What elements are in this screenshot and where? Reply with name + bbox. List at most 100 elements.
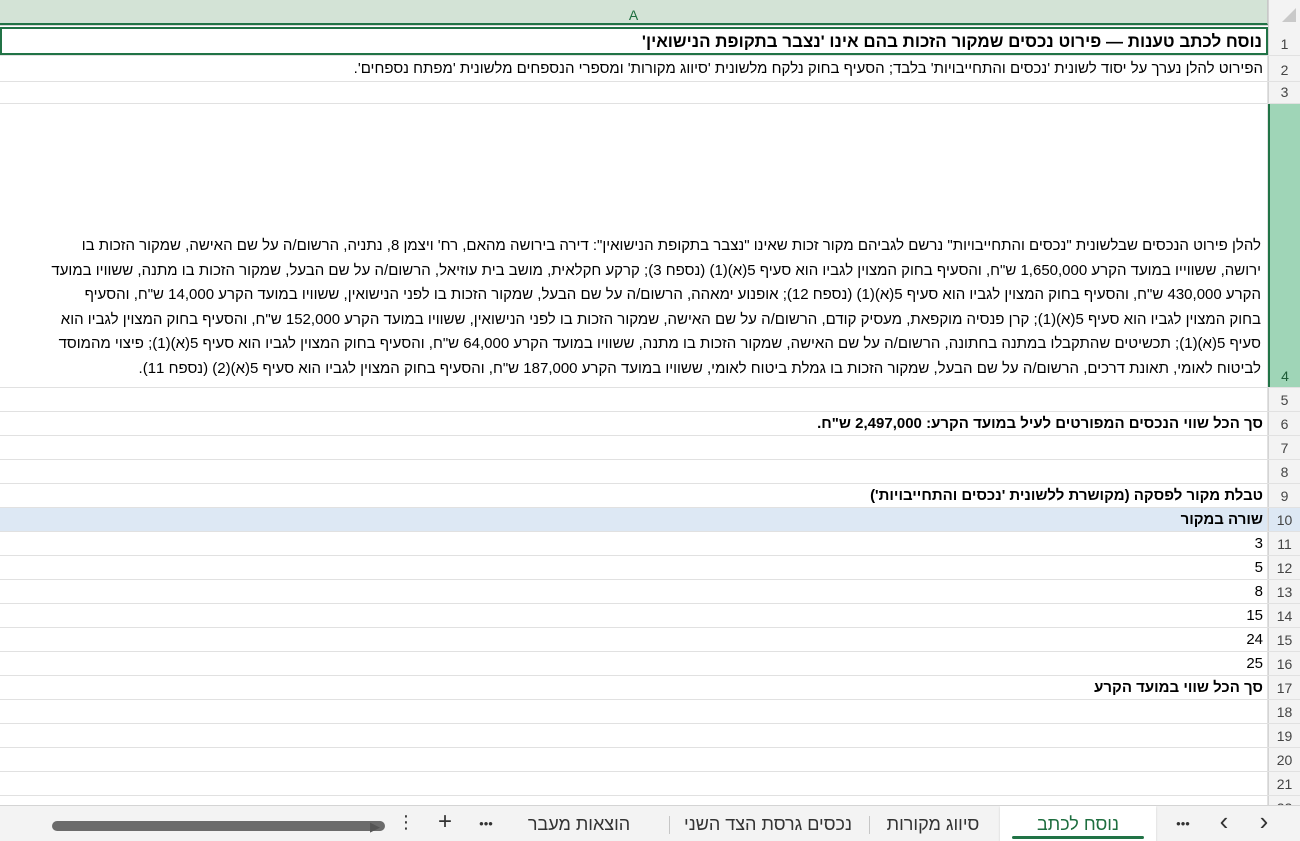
row-number: 10	[1276, 512, 1293, 528]
row-header-8[interactable]: 8	[1268, 460, 1300, 483]
row-header-15[interactable]: 15	[1268, 628, 1300, 651]
row-header-2[interactable]: 2	[1268, 56, 1300, 81]
cell-a20[interactable]	[0, 748, 1268, 771]
row-header-11[interactable]: 11	[1268, 532, 1300, 555]
cell-a22[interactable]	[0, 796, 1268, 805]
column-header-bar: A	[0, 0, 1300, 26]
row-number: 14	[1276, 608, 1293, 624]
row-number: 16	[1276, 656, 1293, 672]
sheet-tab-bar: ▶ ⋮ + ••• הוצאות מעבר למזונ נכסים גרסת ה…	[0, 805, 1300, 841]
row-1: נוסח לכתב טענות — פירוט נכסים שמקור הזכו…	[0, 26, 1300, 56]
row-header-14[interactable]: 14	[1268, 604, 1300, 627]
row-2: הפירוט להלן נערך על יסוד לשונית 'נכסים ו…	[0, 56, 1300, 82]
row-15: 24 15	[0, 628, 1300, 652]
row-header-10[interactable]: 10	[1268, 508, 1300, 531]
scroll-right-arrow-icon[interactable]: ▶	[370, 819, 380, 835]
cell-a11[interactable]: 3	[0, 532, 1268, 555]
cell-a13[interactable]: 8	[0, 580, 1268, 603]
next-sheet-icon[interactable]: ›	[1252, 806, 1276, 837]
tab-expenses[interactable]: הוצאות מעבר למזונ	[494, 806, 664, 841]
row-19: 19	[0, 724, 1300, 748]
row-number: 9	[1280, 488, 1289, 504]
cell-a3[interactable]	[0, 82, 1268, 103]
select-all-corner[interactable]	[1268, 0, 1300, 26]
row-header-3[interactable]: 3	[1268, 82, 1300, 103]
tab-source-classification[interactable]: סיווג מקורות	[873, 806, 993, 841]
row-header-5[interactable]: 5	[1268, 388, 1300, 411]
row-17: סך הכל שווי במועד הקרע 17	[0, 676, 1300, 700]
row-header-21[interactable]: 21	[1268, 772, 1300, 795]
tab-separator	[669, 816, 670, 834]
tab-pleading-draft[interactable]: נוסח לכתב טענות	[1000, 806, 1156, 841]
tab-other-party-assets[interactable]: נכסים גרסת הצד השני	[672, 806, 864, 841]
cell-a1-title[interactable]: נוסח לכתב טענות — פירוט נכסים שמקור הזכו…	[0, 27, 1268, 55]
row-number: 13	[1276, 584, 1293, 600]
cell-a19[interactable]	[0, 724, 1268, 747]
row-number: 15	[1276, 632, 1293, 648]
horizontal-scrollbar[interactable]: ▶	[20, 815, 385, 835]
row-header-16[interactable]: 16	[1268, 652, 1300, 675]
row-header-1[interactable]: 1	[1268, 26, 1300, 55]
row-header-22[interactable]: 22	[1268, 796, 1300, 805]
cell-a7[interactable]	[0, 436, 1268, 459]
cell-a15[interactable]: 24	[0, 628, 1268, 651]
row-number: 4	[1281, 368, 1289, 384]
row-number: 11	[1277, 536, 1292, 552]
row-18: 18	[0, 700, 1300, 724]
cell-a21[interactable]	[0, 772, 1268, 795]
add-sheet-button[interactable]: +	[433, 808, 457, 836]
row-5: 5	[0, 388, 1300, 412]
tab-separator	[869, 816, 870, 834]
row-9: טבלת מקור לפסקה (מקושרת ללשונית 'נכסים ו…	[0, 484, 1300, 508]
row-10: שורה במקור 10	[0, 508, 1300, 532]
row-8: 8	[0, 460, 1300, 484]
paragraph-line: הקרע 430,000 ש"ח, והסעיף בחוק המצוין לגב…	[84, 286, 1261, 303]
cell-a12[interactable]: 5	[0, 556, 1268, 579]
previous-sheet-icon[interactable]: ‹	[1212, 806, 1236, 837]
row-header-9[interactable]: 9	[1268, 484, 1300, 507]
row-header-4[interactable]: 4	[1268, 104, 1300, 387]
row-number: 1	[1280, 36, 1289, 52]
row-header-7[interactable]: 7	[1268, 436, 1300, 459]
cell-a16[interactable]: 25	[0, 652, 1268, 675]
paragraph-line: ירושה, ששווייו במועד הקרע 1,650,000 ש"ח,…	[51, 261, 1261, 279]
row-3: 3	[0, 82, 1300, 104]
row-header-17[interactable]: 17	[1268, 676, 1300, 699]
row-header-12[interactable]: 12	[1268, 556, 1300, 579]
row-header-13[interactable]: 13	[1268, 580, 1300, 603]
cell-a8[interactable]	[0, 460, 1268, 483]
row-20: 20	[0, 748, 1300, 772]
scrollbar-thumb[interactable]	[52, 821, 385, 831]
column-a-header[interactable]: A	[0, 0, 1268, 25]
row-number: 7	[1280, 440, 1289, 456]
cell-a14[interactable]: 15	[0, 604, 1268, 627]
cell-a6-total[interactable]: סך הכל שווי הנכסים המפורטים לעיל במועד ה…	[0, 412, 1268, 435]
paragraph-line: בחוק המצוין לגביו הוא סעיף 5(א)(1); קרן …	[60, 310, 1261, 328]
cell-a10-table-header[interactable]: שורה במקור	[0, 508, 1268, 531]
cell-a18[interactable]	[0, 700, 1268, 723]
row-6: סך הכל שווי הנכסים המפורטים לעיל במועד ה…	[0, 412, 1300, 436]
row-number: 2	[1280, 62, 1289, 78]
more-sheets-right-icon[interactable]: •••	[1171, 816, 1195, 831]
cell-a17-total-label[interactable]: סך הכל שווי במועד הקרע	[0, 676, 1268, 699]
cell-a9-table-title[interactable]: טבלת מקור לפסקה (מקושרת ללשונית 'נכסים ו…	[0, 484, 1268, 507]
row-number: 17	[1276, 680, 1293, 696]
row-11: 3 11	[0, 532, 1300, 556]
row-header-19[interactable]: 19	[1268, 724, 1300, 747]
row-header-6[interactable]: 6	[1268, 412, 1300, 435]
row-number: 18	[1276, 704, 1293, 720]
cell-a4-paragraph[interactable]: להלן פירוט הנכסים שבלשונית "נכסים והתחיי…	[0, 104, 1268, 387]
row-22: 22	[0, 796, 1300, 805]
sheet-options-menu-icon[interactable]: ⋮	[394, 812, 418, 833]
row-13: 8 13	[0, 580, 1300, 604]
row-number: 20	[1276, 752, 1293, 768]
cell-a5[interactable]	[0, 388, 1268, 411]
row-12: 5 12	[0, 556, 1300, 580]
row-header-20[interactable]: 20	[1268, 748, 1300, 771]
cell-a2[interactable]: הפירוט להלן נערך על יסוד לשונית 'נכסים ו…	[0, 56, 1268, 81]
row-21: 21	[0, 772, 1300, 796]
row-header-18[interactable]: 18	[1268, 700, 1300, 723]
row-16: 25 16	[0, 652, 1300, 676]
spreadsheet-grid: נוסח לכתב טענות — פירוט נכסים שמקור הזכו…	[0, 26, 1300, 805]
row-number: 12	[1276, 560, 1293, 576]
